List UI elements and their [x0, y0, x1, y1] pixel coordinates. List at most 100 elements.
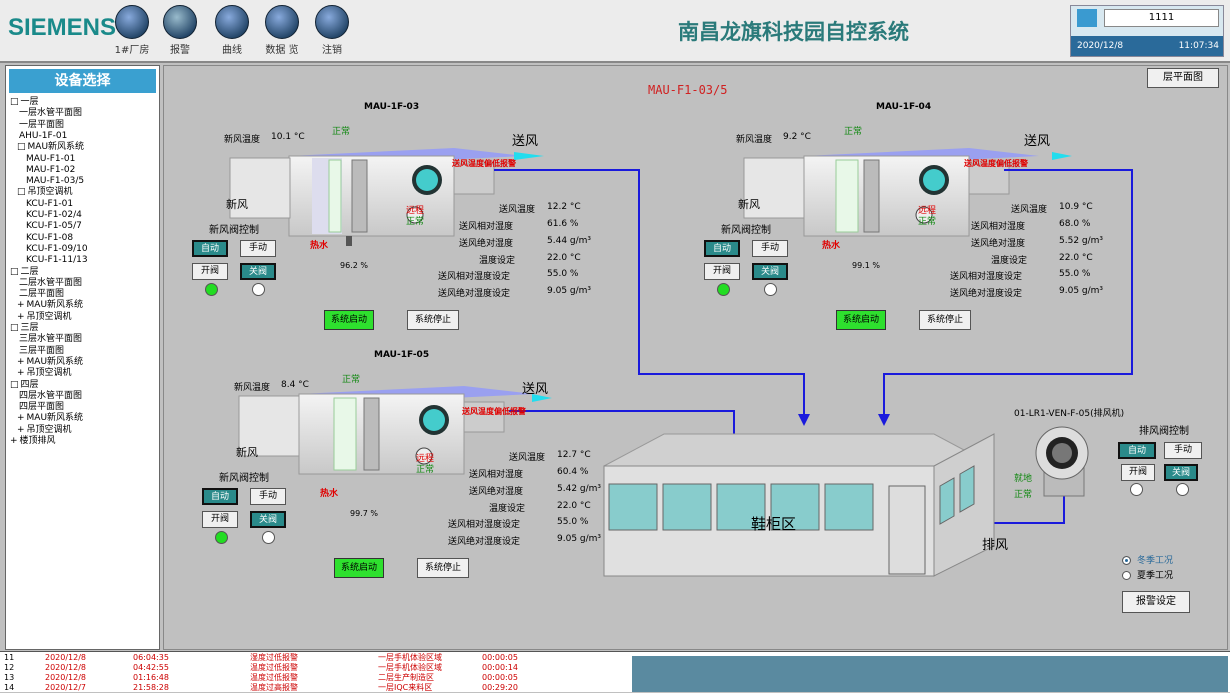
auto-button[interactable]: 自动 [192, 240, 228, 257]
tree-expander-icon[interactable]: + [17, 312, 25, 322]
sidebar-item[interactable]: KCU-F1-11/13 [24, 255, 88, 266]
sidebar-item[interactable]: 二层水管平面图 [17, 278, 82, 289]
system-stop-button[interactable]: 系统停止 [417, 558, 469, 578]
ah-set-value: 9.05 g/m³ [547, 286, 592, 296]
supply-temp-value: 12.2 °C [547, 202, 581, 212]
close-valve-button[interactable]: 关阀 [250, 511, 286, 528]
system-start-button[interactable]: 系统启动 [324, 310, 374, 330]
manual-button[interactable]: 手动 [752, 240, 788, 257]
sidebar-item[interactable]: □ 三层 [10, 323, 39, 334]
sidebar-item-label: 吊顶空调机 [27, 187, 73, 198]
sidebar-item[interactable]: MAU-F1-02 [24, 165, 75, 176]
tree-expander-icon[interactable]: □ [10, 323, 19, 333]
tree-expander-icon[interactable]: + [17, 368, 25, 378]
sidebar-item[interactable]: AHU-1F-01 [17, 131, 67, 142]
supply-rh-label: 送风相对湿度 [971, 222, 1026, 232]
toolbar-data-button[interactable]: 数据 览 [257, 5, 307, 56]
sidebar-item[interactable]: KCU-F1-09/10 [24, 244, 88, 255]
sidebar-item[interactable]: 一层平面图 [17, 120, 64, 131]
season-winter-radio[interactable]: 冬季工况 [1122, 553, 1173, 566]
tree-expander-icon[interactable]: + [17, 357, 25, 367]
sidebar-item[interactable]: KCU-F1-02/4 [24, 210, 82, 221]
open-valve-button[interactable]: 开阀 [704, 263, 740, 280]
alarm-date: 2020/12/8 [45, 653, 87, 662]
system-stop-button[interactable]: 系统停止 [407, 310, 459, 330]
system-start-button[interactable]: 系统启动 [334, 558, 384, 578]
close-valve-button[interactable]: 关阀 [240, 263, 276, 280]
manual-button[interactable]: 手动 [250, 488, 286, 505]
user-name[interactable]: 1111 [1104, 9, 1219, 27]
sidebar-item-label: MAU新风系统 [27, 142, 85, 153]
alarm-row[interactable]: 13 2020/12/8 01:16:48 温度过低报警 二层生产制造区 00:00:05 [0, 673, 632, 683]
sidebar-item[interactable]: + MAU新风系统 [17, 413, 83, 424]
sidebar-item[interactable]: + 吊顶空调机 [17, 368, 72, 379]
toolbar-logout-button[interactable]: 注销 [307, 5, 357, 56]
alarm-tag: 送风温度偏低报警 [452, 159, 516, 168]
sidebar-item-label: 四层平面图 [19, 402, 65, 413]
sidebar-item[interactable]: 二层平面图 [17, 289, 64, 300]
alarm-settings-button[interactable]: 报警设定 [1122, 591, 1190, 613]
rh-set-value: 55.0 % [1059, 269, 1091, 279]
tree-expander-icon[interactable]: □ [17, 142, 26, 152]
tree-expander-icon[interactable]: + [10, 436, 18, 446]
sidebar-item[interactable]: □ 二层 [10, 267, 39, 278]
auto-button[interactable]: 自动 [202, 488, 238, 505]
tree-expander-icon[interactable]: □ [17, 187, 26, 197]
sidebar-item[interactable]: + 吊顶空调机 [17, 425, 72, 436]
sidebar-item[interactable]: 四层水管平面图 [17, 391, 82, 402]
damper-control-label: 新风阀控制 [219, 473, 269, 484]
sidebar-item[interactable]: + 楼顶排风 [10, 436, 56, 447]
alarm-row[interactable]: 11 2020/12/8 06:04:35 湿度过低报警 一层手机体验区域 00:00:0… [0, 653, 632, 663]
sidebar-item-label: MAU新风系统 [26, 413, 84, 424]
close-valve-button[interactable]: 关阀 [752, 263, 788, 280]
exhaust-manual-button[interactable]: 手动 [1164, 442, 1202, 459]
rh-set-label: 送风相对湿度设定 [438, 272, 511, 282]
toolbar-factory-button[interactable]: 1#厂房 [107, 5, 157, 56]
tree-expander-icon[interactable]: □ [10, 97, 19, 107]
exhaust-close-button[interactable]: 关阀 [1164, 464, 1198, 481]
sidebar-item[interactable]: MAU-F1-03/5 [24, 176, 84, 187]
ah-set-label: 送风绝对湿度设定 [950, 289, 1023, 299]
sidebar-item[interactable]: 三层平面图 [17, 346, 64, 357]
tree-expander-icon[interactable]: □ [10, 267, 19, 277]
toolbar-curve-button[interactable]: 曲线 [207, 5, 257, 56]
sidebar-item[interactable]: 一层水管平面图 [17, 108, 82, 119]
exhaust-auto-button[interactable]: 自动 [1118, 442, 1156, 459]
sidebar-item[interactable]: + MAU新风系统 [17, 357, 83, 368]
sidebar-item-label: MAU新风系统 [26, 356, 84, 367]
sidebar-item[interactable]: □ 一层 [10, 97, 39, 108]
sidebar-item-label: KCU-F1-11/13 [26, 255, 88, 266]
sidebar-item-label: KCU-F1-09/10 [26, 243, 88, 254]
sidebar-item[interactable]: KCU-F1-01 [24, 199, 73, 210]
sidebar-item[interactable]: □ 吊顶空调机 [17, 187, 73, 198]
system-start-button[interactable]: 系统启动 [836, 310, 886, 330]
sidebar-item-label: KCU-F1-05/7 [26, 221, 82, 232]
sidebar-item[interactable]: 四层平面图 [17, 402, 64, 413]
auto-button[interactable]: 自动 [704, 240, 740, 257]
alarm-row[interactable]: 12 2020/12/8 04:42:55 温度过低报警 一层手机体验区域 00:00:1… [0, 663, 632, 673]
manual-button[interactable]: 手动 [240, 240, 276, 257]
open-valve-button[interactable]: 开阀 [192, 263, 228, 280]
sidebar-item[interactable]: KCU-F1-08 [24, 233, 73, 244]
fresh-air-temp-label: 新风温度 [234, 383, 271, 393]
sidebar-item-label: 二层平面图 [19, 289, 65, 300]
season-summer-radio[interactable]: 夏季工况 [1122, 568, 1173, 581]
sidebar-item[interactable]: 三层水管平面图 [17, 334, 82, 345]
duct-diagram [229, 148, 1133, 577]
tree-expander-icon[interactable]: + [17, 425, 25, 435]
open-valve-button[interactable]: 开阀 [202, 511, 238, 528]
sidebar-item[interactable]: + 吊顶空调机 [17, 312, 72, 323]
tree-expander-icon[interactable]: + [17, 413, 25, 423]
alarm-list: 11 2020/12/8 06:04:35 湿度过低报警 一层手机体验区域 00:00:0… [0, 651, 1230, 692]
sidebar-item[interactable]: MAU-F1-01 [24, 154, 75, 165]
tree-expander-icon[interactable]: + [17, 300, 25, 310]
sidebar-item-label: 吊顶空调机 [26, 424, 72, 435]
system-stop-button[interactable]: 系统停止 [919, 310, 971, 330]
exhaust-open-button[interactable]: 开阀 [1121, 464, 1155, 481]
tree-expander-icon[interactable]: □ [10, 380, 19, 390]
toolbar-alarm-button[interactable]: 报警 [155, 5, 205, 56]
sidebar-item[interactable]: + MAU新风系统 [17, 300, 83, 311]
sidebar-item[interactable]: □ MAU新风系统 [17, 142, 84, 153]
sidebar-item[interactable]: □ 四层 [10, 380, 39, 391]
sidebar-item[interactable]: KCU-F1-05/7 [24, 221, 82, 232]
